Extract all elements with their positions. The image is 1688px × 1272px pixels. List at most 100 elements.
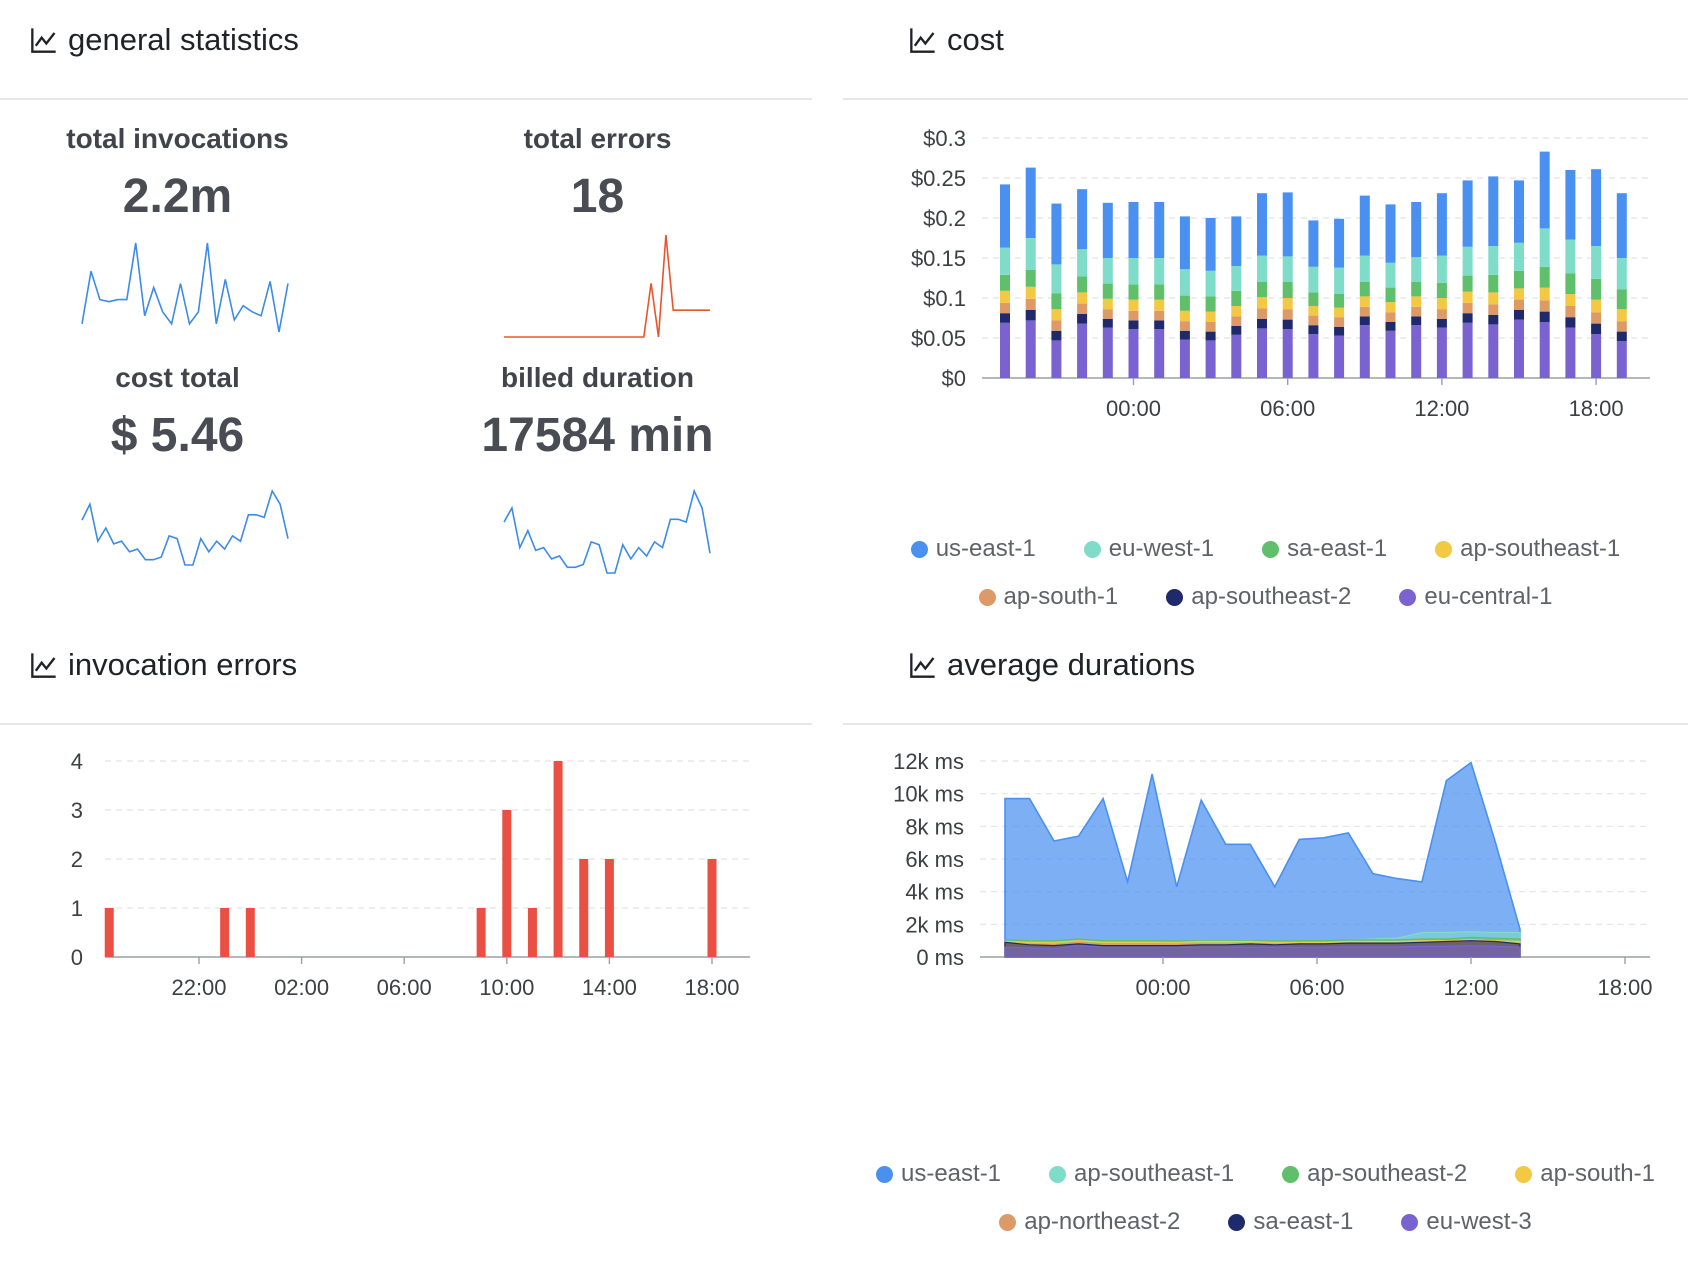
cost-bar-segment[interactable] <box>1308 266 1319 293</box>
cost-bar-segment[interactable] <box>1488 246 1499 275</box>
cost-bar-segment[interactable] <box>1257 297 1267 309</box>
cost-bar-segment[interactable] <box>1514 242 1524 271</box>
cost-bar-segment[interactable] <box>1231 290 1242 306</box>
cost-bar-segment[interactable] <box>1436 309 1447 319</box>
error-bar[interactable] <box>527 908 537 957</box>
cost-bar-segment[interactable] <box>1334 326 1345 336</box>
cost-bar-segment[interactable] <box>1000 313 1010 323</box>
legend-item[interactable]: eu-central-1 <box>1399 583 1552 611</box>
cost-bar-segment[interactable] <box>1514 299 1524 310</box>
cost-bar-segment[interactable] <box>1205 340 1216 378</box>
cost-bar-segment[interactable] <box>1282 319 1293 330</box>
cost-bar-segment[interactable] <box>1179 321 1190 331</box>
cost-bar-segment[interactable] <box>1591 334 1602 378</box>
cost-bar-segment[interactable] <box>1128 310 1139 321</box>
cost-bar-segment[interactable] <box>1000 247 1010 275</box>
cost-bar-segment[interactable] <box>1231 334 1242 378</box>
cost-bar-segment[interactable] <box>1025 298 1036 310</box>
cost-bar-segment[interactable] <box>1025 320 1036 378</box>
cost-bar-segment[interactable] <box>1077 303 1088 314</box>
cost-bar-segment[interactable] <box>1591 246 1602 279</box>
cost-bar-segment[interactable] <box>1565 317 1576 328</box>
cost-bar-segment[interactable] <box>1154 284 1165 300</box>
cost-bar-segment[interactable] <box>1025 286 1036 299</box>
duration-area[interactable] <box>1004 761 1521 958</box>
cost-bar-segment[interactable] <box>1154 299 1165 311</box>
cost-bar-segment[interactable] <box>1359 316 1370 326</box>
error-bar[interactable] <box>476 908 486 957</box>
cost-bar-segment[interactable] <box>1000 302 1010 314</box>
cost-bar-segment[interactable] <box>1257 282 1267 298</box>
cost-bar-segment[interactable] <box>1334 307 1345 318</box>
cost-bar-segment[interactable] <box>1539 311 1550 322</box>
cost-bar-segment[interactable] <box>1359 306 1370 317</box>
cost-bar-segment[interactable] <box>1514 288 1524 300</box>
cost-bar-segment[interactable] <box>1051 340 1062 378</box>
cost-bar-segment[interactable] <box>1231 216 1242 266</box>
cost-bar-segment[interactable] <box>1462 180 1473 247</box>
cost-bar-segment[interactable] <box>1488 292 1499 305</box>
cost-bar-segment[interactable] <box>1077 292 1088 304</box>
error-bar[interactable] <box>553 761 563 957</box>
cost-bar-segment[interactable] <box>1154 329 1165 378</box>
cost-bar-segment[interactable] <box>1205 270 1216 297</box>
cost-bar-segment[interactable] <box>1488 324 1499 378</box>
legend-item[interactable]: ap-southeast-1 <box>1435 535 1620 563</box>
legend-item[interactable]: sa-east-1 <box>1262 535 1387 563</box>
cost-bar-segment[interactable] <box>1077 189 1088 250</box>
cost-bar-segment[interactable] <box>1000 184 1010 248</box>
legend-item[interactable]: ap-southeast-2 <box>1166 583 1351 611</box>
cost-bar-segment[interactable] <box>1102 258 1113 284</box>
cost-bar-segment[interactable] <box>1385 302 1396 313</box>
cost-bar-segment[interactable] <box>1334 294 1345 308</box>
cost-bar-segment[interactable] <box>1359 296 1370 307</box>
cost-bar-segment[interactable] <box>1128 284 1139 300</box>
cost-bar-segment[interactable] <box>1539 228 1550 267</box>
legend-item[interactable]: us-east-1 <box>875 1160 1001 1188</box>
cost-bar-segment[interactable] <box>1488 314 1499 325</box>
cost-bar-segment[interactable] <box>1051 264 1062 294</box>
error-bar[interactable] <box>245 908 255 957</box>
cost-bar-segment[interactable] <box>1231 266 1242 291</box>
cost-bar-segment[interactable] <box>1051 330 1062 341</box>
cost-bar-segment[interactable] <box>1436 318 1447 328</box>
cost-bar-segment[interactable] <box>1128 299 1139 311</box>
error-bar[interactable] <box>579 859 589 957</box>
cost-bar-segment[interactable] <box>1025 310 1036 321</box>
cost-bar-segment[interactable] <box>1282 329 1293 378</box>
cost-bar-segment[interactable] <box>1334 317 1345 327</box>
cost-bar-segment[interactable] <box>1051 309 1062 321</box>
cost-bar-segment[interactable] <box>1616 331 1627 342</box>
cost-bar-segment[interactable] <box>1565 170 1576 240</box>
cost-bar-segment[interactable] <box>1616 289 1627 310</box>
cost-bar-segment[interactable] <box>1231 316 1242 326</box>
cost-bar-segment[interactable] <box>1411 296 1422 307</box>
cost-bar-segment[interactable] <box>1591 323 1602 334</box>
cost-bar-segment[interactable] <box>1334 218 1345 268</box>
cost-bar-segment[interactable] <box>1514 319 1524 378</box>
cost-bar-segment[interactable] <box>1359 255 1370 282</box>
cost-bar-segment[interactable] <box>1179 339 1190 378</box>
legend-item[interactable]: ap-northeast-2 <box>999 1208 1180 1236</box>
cost-bar-segment[interactable] <box>1102 283 1113 299</box>
cost-bar-segment[interactable] <box>1591 312 1602 324</box>
cost-bar-segment[interactable] <box>1102 202 1113 258</box>
cost-bar-segment[interactable] <box>1616 309 1627 322</box>
cost-bar-segment[interactable] <box>1591 278 1602 300</box>
error-bar[interactable] <box>707 859 717 957</box>
cost-bar-segment[interactable] <box>1436 193 1447 256</box>
cost-bar-segment[interactable] <box>1282 256 1293 282</box>
cost-bar-segment[interactable] <box>1359 282 1370 297</box>
cost-bar-segment[interactable] <box>1257 328 1267 378</box>
cost-bar-segment[interactable] <box>1128 320 1139 330</box>
cost-bar-segment[interactable] <box>1514 310 1524 320</box>
cost-bar-segment[interactable] <box>1411 202 1422 258</box>
cost-bar-segment[interactable] <box>1308 220 1319 267</box>
legend-item[interactable]: ap-south-1 <box>978 583 1118 611</box>
cost-bar-segment[interactable] <box>1025 167 1036 238</box>
cost-bar-segment[interactable] <box>1128 258 1139 285</box>
cost-bar-segment[interactable] <box>1205 311 1216 322</box>
cost-bar-segment[interactable] <box>1154 258 1165 285</box>
cost-bar-segment[interactable] <box>1436 298 1447 310</box>
cost-bar-segment[interactable] <box>1128 202 1139 258</box>
